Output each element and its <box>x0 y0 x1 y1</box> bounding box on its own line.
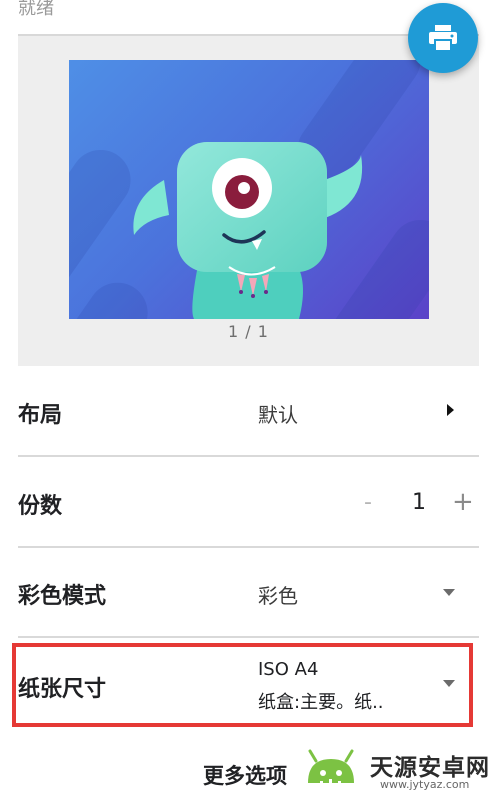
divider <box>18 455 479 457</box>
highlight-box <box>12 643 473 727</box>
layout-setting-row[interactable]: 布局 默认 <box>18 368 479 457</box>
watermark-text: 天源安卓网 <box>370 755 490 781</box>
monster-illustration <box>69 60 429 319</box>
page-indicator: 1 / 1 <box>228 322 269 341</box>
print-icon <box>429 25 457 52</box>
preview-page-image[interactable] <box>69 60 429 319</box>
android-logo-icon <box>308 749 354 793</box>
layout-label: 布局 <box>18 403 63 428</box>
copies-value: 1 <box>412 490 426 515</box>
divider <box>18 636 479 638</box>
watermark-url: www.jytyaz.com <box>380 778 470 791</box>
print-button[interactable] <box>408 3 478 73</box>
color-mode-label: 彩色模式 <box>18 584 107 609</box>
dropdown-icon <box>443 589 455 596</box>
more-options-button[interactable]: 更多选项 <box>203 760 287 790</box>
divider <box>18 546 479 548</box>
arrow-right-icon <box>447 404 454 416</box>
status-text: 就绪 <box>18 0 54 19</box>
color-mode-setting-row[interactable]: 彩色模式 彩色 <box>18 549 479 638</box>
layout-value: 默认 <box>258 403 298 427</box>
print-preview: 1 / 1 <box>18 34 479 366</box>
copies-setting-row: 份数 - 1 + <box>18 459 479 548</box>
increase-copies-button[interactable]: + <box>452 487 474 517</box>
decrease-copies-button[interactable]: - <box>364 490 372 515</box>
color-mode-value: 彩色 <box>258 584 298 608</box>
watermark: 天源安卓网 www.jytyaz.com <box>296 740 500 797</box>
copies-label: 份数 <box>18 494 63 519</box>
